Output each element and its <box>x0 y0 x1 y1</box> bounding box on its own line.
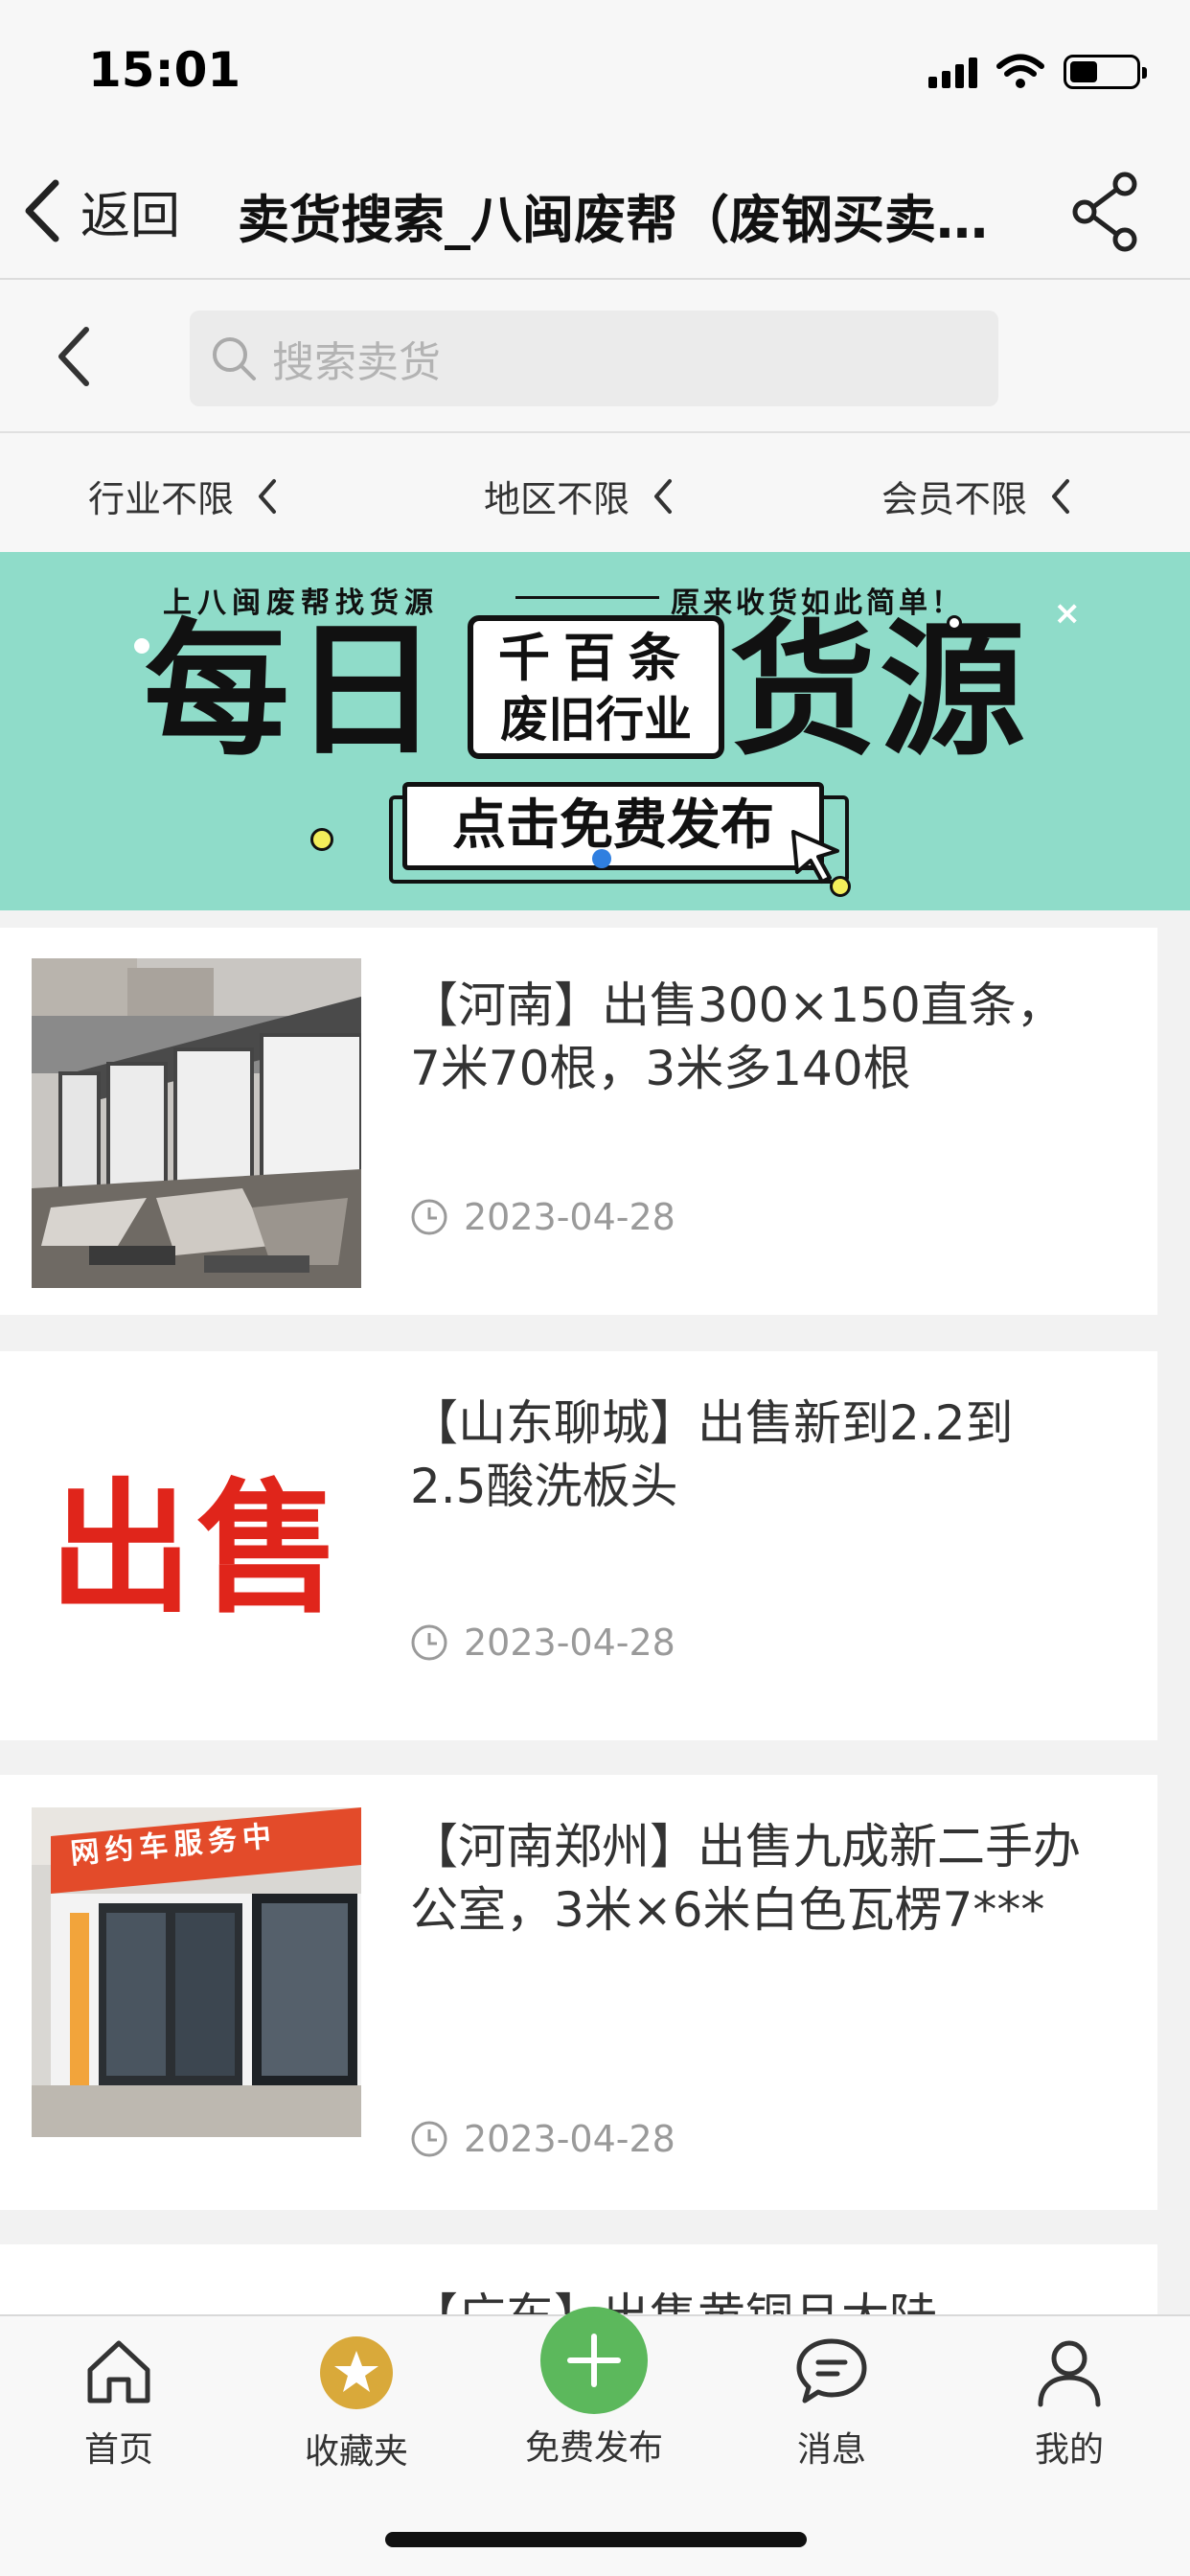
tab-label: 免费发布 <box>524 2428 663 2468</box>
clock-icon <box>411 1199 447 1235</box>
tab-label: 消息 <box>796 2430 866 2470</box>
page-title: 卖货搜索_八闽废帮（废钢买卖… <box>238 190 988 250</box>
chevron-left-icon <box>654 478 673 514</box>
wifi-icon <box>996 54 1044 88</box>
banner-headline-right: 货源 <box>730 606 1029 775</box>
signal-icon <box>928 56 977 88</box>
listing-title: 【山东聊城】出售新到2.2到2.5酸洗板头 <box>410 1395 1014 1514</box>
filter-industry[interactable]: 行业不限 <box>88 470 280 522</box>
listing-title: 【河南郑州】出售九成新二手办公室，3米×6米白色瓦楞7*** <box>410 1819 1081 1938</box>
filter-region[interactable]: 地区不限 <box>484 470 675 522</box>
plus-icon <box>540 2307 648 2414</box>
back-label: 返回 <box>80 187 181 245</box>
banner-cta-button[interactable]: 点击免费发布 <box>402 782 824 870</box>
listing-date: 2023-04-28 <box>410 1196 675 1238</box>
listing-date-text: 2023-04-28 <box>464 1622 675 1664</box>
listing-date: 2023-04-28 <box>410 1622 675 1664</box>
listing-date: 2023-04-28 <box>410 2118 675 2160</box>
banner-box-line2: 废旧行业 <box>500 692 692 748</box>
search-placeholder: 搜索卖货 <box>272 338 441 387</box>
tab-home[interactable]: 首页 <box>13 2335 224 2472</box>
listing-card[interactable]: 网约车服务中 【河南郑州】出售九成新二手办公室，3米×6米白色瓦楞7*** 20… <box>0 1775 1157 2210</box>
status-icons <box>928 54 1147 90</box>
banner-close-button[interactable]: × <box>1054 594 1082 632</box>
title-bar: 返回 卖货搜索_八闽废帮（废钢买卖… <box>0 144 1190 280</box>
banner-divider <box>515 596 659 599</box>
listing-thumbnail <box>32 958 361 1288</box>
chat-icon <box>796 2338 867 2404</box>
tab-publish[interactable]: 免费发布 <box>489 2307 699 2470</box>
listing-title: 【河南】出售300×150直条，7米70根，3米多140根 <box>410 978 1064 1096</box>
tab-label: 我的 <box>1034 2430 1104 2470</box>
listing-date-text: 2023-04-28 <box>464 2118 675 2160</box>
decor-dot <box>830 876 851 897</box>
banner-headline-left: 每日 <box>144 606 443 775</box>
listing-thumbnail: 网约车服务中 <box>32 1807 361 2137</box>
listing-thumbnail: 出售 <box>32 1384 361 1714</box>
filter-row: 行业不限 地区不限 会员不限 <box>0 433 1190 552</box>
clock-icon <box>411 1624 447 1661</box>
listing-card[interactable]: 出售 【山东聊城】出售新到2.2到2.5酸洗板头 2023-04-28 <box>0 1351 1157 1740</box>
home-icon <box>87 2340 150 2404</box>
chevron-left-icon <box>58 327 89 386</box>
banner-box-line1: 千百条 <box>498 628 694 688</box>
filter-label: 地区不限 <box>484 478 630 520</box>
banner-center-box: 千百条 废旧行业 <box>468 615 724 759</box>
tab-profile[interactable]: 我的 <box>964 2335 1175 2472</box>
search-back-button[interactable] <box>48 318 105 395</box>
share-button[interactable] <box>1069 171 1146 253</box>
decor-dot <box>134 638 149 654</box>
tab-favorites[interactable]: 收藏夹 <box>251 2335 462 2473</box>
listing-date-text: 2023-04-28 <box>464 1196 675 1238</box>
search-row: 搜索卖货 <box>0 280 1190 433</box>
tab-label: 首页 <box>83 2430 153 2470</box>
status-time: 15:01 <box>88 42 241 98</box>
search-icon <box>213 337 256 380</box>
promo-banner[interactable]: 上八闽废帮找货源 原来收货如此简单！ 每日 千百条 废旧行业 货源 点击免费发布… <box>0 552 1190 910</box>
filter-member[interactable]: 会员不限 <box>881 470 1073 522</box>
listing-card[interactable]: 【河南】出售300×150直条，7米70根，3米多140根 2023-04-28 <box>0 928 1157 1315</box>
decor-dot <box>947 615 962 631</box>
carousel-indicator <box>592 849 611 868</box>
chevron-left-icon <box>259 478 277 514</box>
decor-dot <box>310 828 333 851</box>
tab-label: 收藏夹 <box>304 2432 408 2472</box>
demolition-photo <box>32 958 361 1288</box>
chevron-left-icon <box>25 179 59 242</box>
clock-icon <box>411 2121 447 2157</box>
user-icon <box>1038 2340 1101 2407</box>
battery-icon <box>1064 55 1147 89</box>
share-icon <box>1072 172 1137 252</box>
chevron-left-icon <box>1052 478 1070 514</box>
sale-text-image: 出售 <box>48 1466 344 1633</box>
home-indicator <box>385 2532 807 2547</box>
filter-label: 会员不限 <box>881 478 1028 520</box>
tab-messages[interactable]: 消息 <box>726 2335 937 2472</box>
search-input[interactable]: 搜索卖货 <box>190 310 998 406</box>
back-button[interactable]: 返回 <box>21 172 180 249</box>
status-bar: 15:01 <box>0 0 1190 144</box>
star-icon <box>320 2336 393 2409</box>
app-screen: 15:01 返回 卖货搜索_八闽废帮（废钢买卖… 搜索卖货 行业不限 地区不限 … <box>0 0 1190 2576</box>
filter-label: 行业不限 <box>88 478 235 520</box>
